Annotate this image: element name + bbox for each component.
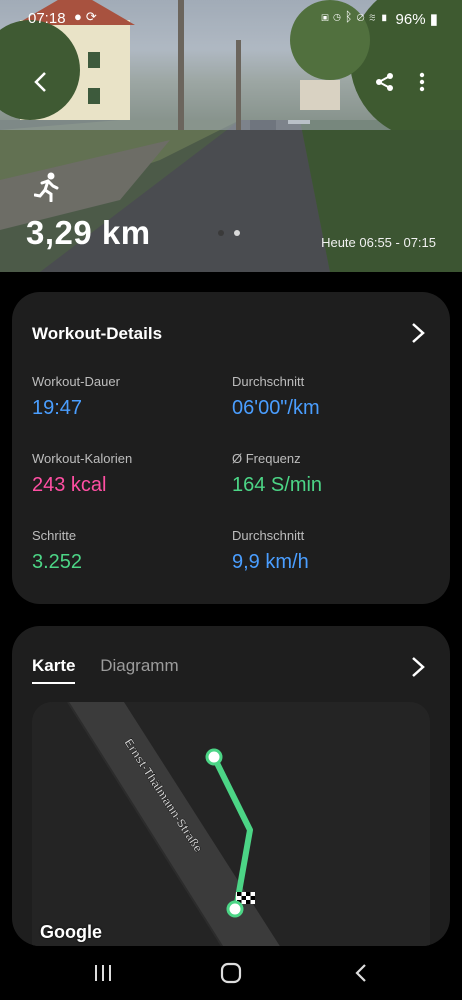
route-start-marker	[205, 748, 223, 766]
signal-icon: ▮	[380, 9, 392, 24]
notification-icon: ●	[74, 9, 86, 24]
metric-label: Ø Frequenz	[232, 451, 301, 466]
chevron-left-icon	[34, 72, 46, 92]
workout-time-range: Heute 06:55 - 07:15	[321, 235, 436, 250]
workout-details-title: Workout-Details	[32, 324, 163, 343]
metric-value: 243 kcal	[32, 474, 107, 496]
metric-label: Workout-Kalorien	[32, 451, 133, 466]
metric-value: 19:47	[32, 397, 83, 419]
metric-value: 164 S/min	[232, 474, 323, 496]
metric-duration: Workout-Dauer 19:47	[32, 374, 222, 420]
more-options-button[interactable]	[402, 62, 442, 102]
tab-chart[interactable]: Diagramm	[100, 656, 178, 682]
recent-apps-icon	[95, 965, 111, 981]
wifi-icon: ≋	[368, 9, 381, 24]
chevron-right-icon[interactable]	[410, 322, 426, 344]
mute-icon: ⊘	[356, 9, 369, 24]
route-map[interactable]: Ernst-Thälmann-Straße Google	[32, 702, 430, 946]
chevron-right-icon[interactable]	[410, 656, 426, 678]
back-button[interactable]	[20, 62, 60, 102]
metric-avg-speed: Durchschnitt 9,9 km/h	[232, 528, 422, 574]
system-nav-bar	[0, 946, 462, 1000]
workout-photo-header[interactable]: 07:18 ●⟳ ▣◷ᛒ⊘≋▮ 96% ▮ 3,29 km Heute 06:5…	[0, 0, 462, 272]
metric-label: Durchschnitt	[232, 374, 305, 389]
battery-indicator: 96% ▮	[396, 10, 438, 28]
workout-details-card[interactable]: Workout-Details Workout-Dauer 19:47 Durc…	[12, 292, 450, 604]
metric-avg-pace: Durchschnitt 06'00"/km	[232, 374, 422, 420]
metric-label: Durchschnitt	[232, 528, 305, 543]
more-vert-icon	[419, 72, 425, 92]
status-left-icons: ●⟳	[74, 9, 101, 25]
metric-steps: Schritte 3.252	[32, 528, 222, 574]
home-icon	[220, 962, 242, 984]
status-time: 07:18	[28, 10, 66, 27]
sync-icon: ⟳	[85, 9, 101, 24]
workout-distance: 3,29 km	[26, 214, 151, 251]
recent-apps-button[interactable]	[88, 960, 118, 986]
tab-map[interactable]: Karte	[32, 656, 76, 684]
map-card: Karte Diagramm Ernst-Thälmann-Straße Goo…	[12, 626, 450, 946]
google-attribution: Google	[40, 922, 102, 942]
battery-icon: ▮	[429, 11, 438, 28]
battery-percent: 96%	[395, 11, 426, 28]
metric-calories: Workout-Kalorien 243 kcal	[32, 451, 222, 497]
status-bar: 07:18 ●⟳ ▣◷ᛒ⊘≋▮ 96% ▮	[0, 0, 462, 36]
media-icon: ▣	[321, 9, 333, 24]
share-button[interactable]	[365, 62, 405, 102]
back-nav-button[interactable]	[346, 960, 376, 986]
metric-value: 3.252	[32, 551, 83, 573]
page-dot	[234, 230, 240, 236]
share-icon	[376, 73, 393, 91]
map-canvas: Ernst-Thälmann-Straße	[32, 702, 430, 946]
page-dot	[218, 230, 224, 236]
route-end-marker	[226, 900, 244, 918]
bluetooth-icon: ᛒ	[344, 9, 357, 24]
metric-value: 9,9 km/h	[232, 551, 309, 573]
back-icon	[355, 964, 366, 982]
metric-label: Workout-Dauer	[32, 374, 120, 389]
metric-value: 06'00"/km	[232, 397, 320, 419]
metric-cadence: Ø Frequenz 164 S/min	[232, 451, 422, 497]
photo-page-indicator	[218, 223, 250, 241]
home-button[interactable]	[216, 960, 246, 986]
status-right-icons: ▣◷ᛒ⊘≋▮	[321, 9, 392, 24]
running-icon	[34, 172, 59, 202]
alarm-icon: ◷	[332, 9, 345, 24]
map-tabs: Karte Diagramm	[32, 656, 199, 684]
metric-label: Schritte	[32, 528, 77, 543]
